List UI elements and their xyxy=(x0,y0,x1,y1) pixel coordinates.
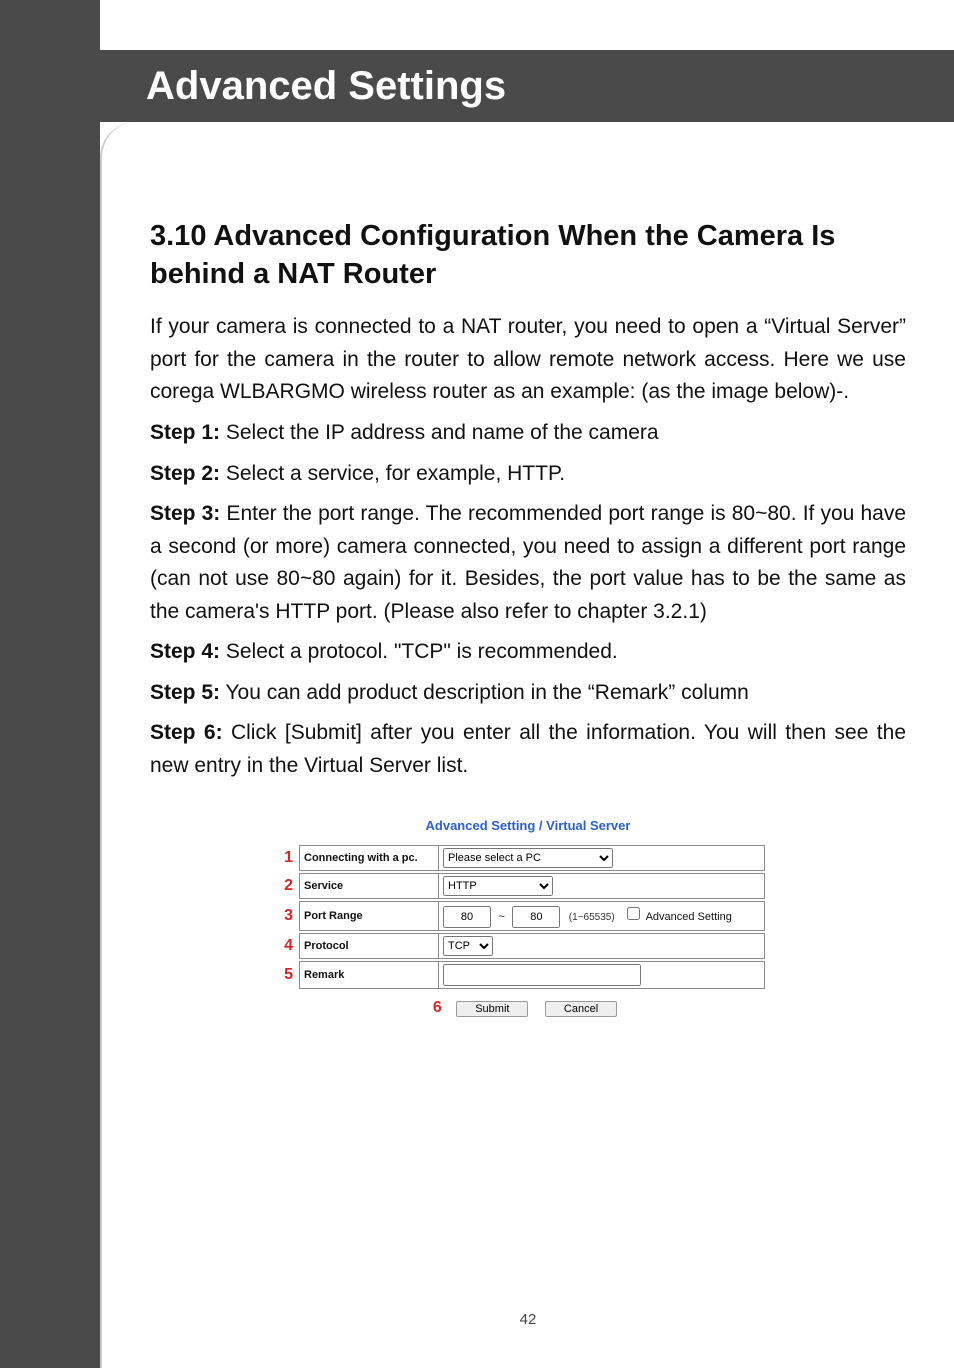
step-4-text: Select a protocol. "TCP" is recommended. xyxy=(220,640,618,663)
port-range-help: (1~65535) xyxy=(565,912,619,923)
step-1-text: Select the IP address and name of the ca… xyxy=(220,421,659,444)
step-6-label: Step 6: xyxy=(150,721,223,744)
step-1: Step 1: Select the IP address and name o… xyxy=(150,417,906,450)
page-title: Advanced Settings xyxy=(100,64,506,109)
label-protocol: Protocol xyxy=(300,934,439,959)
intro-paragraph: If your camera is connected to a NAT rou… xyxy=(150,311,906,409)
label-connecting-pc: Connecting with a pc. xyxy=(300,846,439,871)
row-protocol: Protocol TCP xyxy=(300,934,765,959)
step-5-text: You can add product description in the “… xyxy=(220,681,749,704)
content: 3.10 Advanced Configuration When the Cam… xyxy=(102,122,954,1017)
step-3-label: Step 3: xyxy=(150,502,220,525)
header-band: Advanced Settings xyxy=(100,50,954,122)
row-service: Service HTTP xyxy=(300,874,765,899)
step-2-text: Select a service, for example, HTTP. xyxy=(220,462,565,485)
label-service: Service xyxy=(300,874,439,899)
page: Advanced Settings 3.10 Advanced Configur… xyxy=(0,0,954,1368)
label-remark: Remark xyxy=(300,962,439,989)
select-protocol[interactable]: TCP xyxy=(443,936,493,956)
advanced-setting-checkbox[interactable] xyxy=(627,907,640,920)
row-connecting-pc: Connecting with a pc. Please select a PC xyxy=(300,846,765,871)
router-virtual-server: Advanced Setting / Virtual Server 1 Conn… xyxy=(272,818,784,1017)
port-to-input[interactable] xyxy=(512,906,560,928)
step-2-label: Step 2: xyxy=(150,462,220,485)
callout-1: 1 xyxy=(274,845,297,871)
virtual-server-title: Advanced Setting / Virtual Server xyxy=(272,818,784,833)
advanced-setting-label: Advanced Setting xyxy=(646,911,732,923)
step-4: Step 4: Select a protocol. "TCP" is reco… xyxy=(150,636,906,669)
select-service[interactable]: HTTP xyxy=(443,876,553,896)
callout-4: 4 xyxy=(274,933,297,959)
step-6-text: Click [Submit] after you enter all the i… xyxy=(150,721,906,777)
step-3-text: Enter the port range. The recommended po… xyxy=(150,502,906,623)
step-4-label: Step 4: xyxy=(150,640,220,663)
label-port-range: Port Range xyxy=(300,902,439,931)
select-pc[interactable]: Please select a PC xyxy=(443,848,613,868)
content-frame: 3.10 Advanced Configuration When the Cam… xyxy=(100,122,954,1368)
callout-3: 3 xyxy=(274,901,297,931)
remark-input[interactable] xyxy=(443,964,641,986)
submit-button[interactable]: Submit xyxy=(456,1001,528,1017)
callout-5: 5 xyxy=(274,961,297,989)
callout-6: 6 xyxy=(433,999,442,1016)
step-5: Step 5: You can add product description … xyxy=(150,677,906,710)
virtual-server-table: 1 Connecting with a pc. Please select a … xyxy=(272,843,767,991)
row-port-range: Port Range ~ (1~65535) Advanced S xyxy=(300,902,765,931)
step-6: Step 6: Click [Submit] after you enter a… xyxy=(150,717,906,782)
button-row: 6 Submit Cancel xyxy=(272,999,784,1017)
section-heading: 3.10 Advanced Configuration When the Cam… xyxy=(150,218,906,293)
step-5-label: Step 5: xyxy=(150,681,220,704)
step-3: Step 3: Enter the port range. The recomm… xyxy=(150,498,906,628)
side-band xyxy=(0,0,100,1368)
callout-2: 2 xyxy=(274,873,297,899)
tilde: ~ xyxy=(495,911,507,923)
cancel-button[interactable]: Cancel xyxy=(545,1001,617,1017)
row-remark: Remark xyxy=(300,962,765,989)
step-2: Step 2: Select a service, for example, H… xyxy=(150,458,906,491)
step-1-label: Step 1: xyxy=(150,421,220,444)
page-number: 42 xyxy=(102,1311,954,1328)
port-from-input[interactable] xyxy=(443,906,491,928)
